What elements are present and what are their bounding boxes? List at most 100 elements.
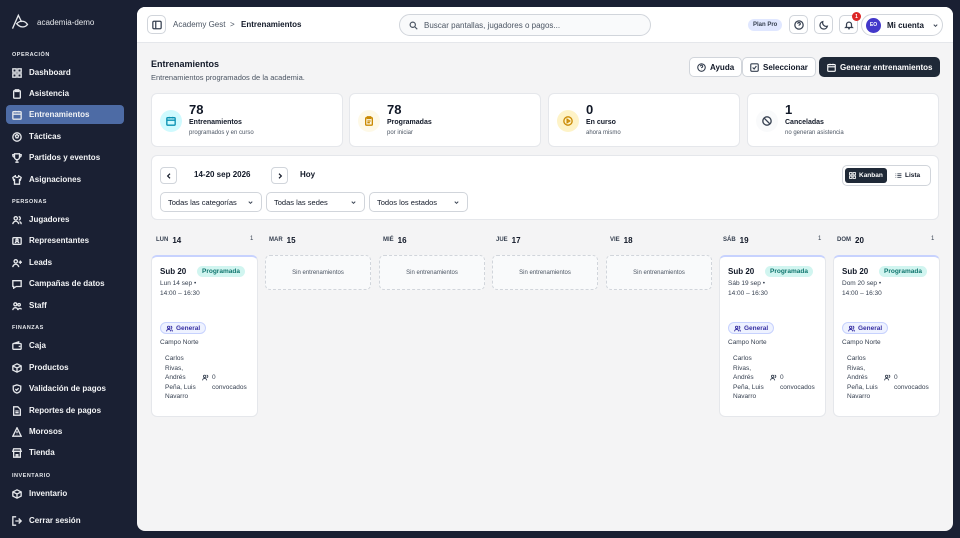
day-name: MIÉ (383, 237, 394, 243)
sidebar-item-campanas[interactable]: Campañas de datos (6, 274, 124, 293)
sidebar-item-leads[interactable]: Leads (6, 253, 124, 272)
box-icon (12, 362, 22, 373)
stat-card-canceladas: 1 Canceladas no generan asistencia (747, 93, 939, 147)
chevron-down-icon (933, 23, 938, 27)
training-card[interactable]: Sub 20 Programada Lun 14 sep • 14:00 – 1… (151, 255, 258, 417)
day-count: 1 (818, 236, 822, 242)
sidebar-item-morosos[interactable]: Morosos (6, 422, 124, 441)
topbar: Academy Gest > Entrenamientos Buscar pan… (137, 7, 953, 43)
generate-trainings-button[interactable]: Generar entrenamientos (819, 57, 941, 77)
account-menu[interactable]: EO Mi cuenta (861, 14, 943, 36)
training-card[interactable]: Sub 20 Programada Sáb 19 sep • 14:00 – 1… (719, 255, 826, 417)
category-label: General (858, 324, 883, 332)
stat-label: Programadas (387, 119, 432, 126)
category-select[interactable]: Todas las categorías (160, 192, 262, 212)
stat-description: por iniciar (387, 130, 414, 136)
list-icon (895, 173, 902, 178)
stat-value: 0 (586, 102, 594, 117)
sidebar-item-validacion[interactable]: Validación de pagos (6, 379, 124, 398)
logout-button[interactable]: Cerrar sesión (6, 511, 124, 530)
grid-icon (849, 172, 856, 179)
training-staff: Carlos Rivas, Andrés Peña, Luis Navarro (847, 355, 878, 400)
sidebar-item-asignaciones[interactable]: Asignaciones (6, 170, 124, 189)
sidebar-item-caja[interactable]: Caja (6, 336, 124, 355)
sidebar-item-label: Tienda (29, 448, 55, 457)
logout-icon (12, 515, 22, 526)
sidebar-item-partidos[interactable]: Partidos y eventos (6, 148, 124, 167)
stat-card-en-curso: 0 En curso ahora mismo (548, 93, 740, 147)
chat-icon (12, 279, 22, 289)
view-list-button[interactable]: Lista (891, 168, 924, 183)
day-header-lun: LUN 14 (156, 234, 181, 246)
sidebar-item-jugadores[interactable]: Jugadores (6, 210, 124, 229)
training-card[interactable]: Sub 20 Programada Dom 20 sep • 14:00 – 1… (833, 255, 940, 417)
status-badge: Programada (765, 266, 813, 277)
chevron-left-icon (166, 172, 170, 179)
id-card-icon (12, 236, 22, 246)
day-name: JUE (496, 237, 508, 243)
sidebar-item-reportes[interactable]: Reportes de pagos (6, 401, 124, 420)
category-label: General (176, 324, 201, 332)
next-week-button[interactable] (271, 167, 288, 184)
store-icon (12, 447, 22, 458)
page-title: Entrenamientos (151, 59, 220, 69)
help-guide-button[interactable]: Ayuda (689, 57, 743, 77)
sidebar-item-tienda[interactable]: Tienda (6, 443, 124, 462)
sidebar-item-label: Partidos y eventos (29, 153, 101, 162)
page-subtitle: Entrenamientos programados de la academi… (151, 73, 305, 82)
sidebar-item-label: Productos (29, 363, 69, 372)
prev-week-button[interactable] (160, 167, 177, 184)
sidebar-item-tacticas[interactable]: Tácticas (6, 127, 124, 146)
select-button[interactable]: Seleccionar (742, 57, 816, 77)
category-badge: General (728, 322, 775, 334)
sidebar-item-label: Reportes de pagos (29, 406, 102, 415)
package-icon (12, 488, 22, 499)
section-operacion: OPERACIÓN (12, 52, 50, 58)
sidebar: academia-demo OPERACIÓN Dashboard Asiste… (0, 0, 136, 538)
status-select[interactable]: Todos los estados (369, 192, 468, 212)
today-button[interactable]: Hoy (300, 170, 315, 179)
help-button[interactable] (789, 15, 808, 34)
day-number: 16 (397, 235, 407, 245)
logout-label: Cerrar sesión (29, 516, 81, 525)
sidebar-item-representantes[interactable]: Representantes (6, 231, 124, 250)
sidebar-item-staff[interactable]: Staff (6, 296, 124, 315)
clipboard-icon (358, 110, 380, 132)
sidebar-item-inventario[interactable]: Inventario (6, 484, 124, 503)
day-name: SÁB (723, 237, 736, 243)
sidebar-item-dashboard[interactable]: Dashboard (6, 63, 124, 82)
sidebar-icon (151, 20, 162, 29)
status-badge: Programada (879, 266, 927, 277)
training-title: Sub 20 (842, 267, 869, 276)
brand[interactable]: academia-demo (10, 12, 94, 32)
play-icon (557, 110, 579, 132)
warning-icon (12, 426, 22, 437)
clipboard-icon (12, 88, 22, 99)
calendar-plus-icon (827, 63, 836, 72)
view-kanban-button[interactable]: Kanban (845, 168, 887, 183)
day-header-dom: DOM 20 (837, 234, 864, 246)
grid-icon (12, 67, 22, 78)
academy-logo-icon (11, 13, 29, 29)
theme-toggle-button[interactable] (814, 15, 833, 34)
toggle-sidebar-button[interactable] (147, 15, 166, 34)
search-input[interactable]: Buscar pantallas, jugadores o pagos... (399, 14, 651, 36)
venue-select[interactable]: Todas las sedes (266, 192, 365, 212)
users-icon (734, 325, 741, 332)
users-icon (166, 325, 173, 332)
breadcrumb-root[interactable]: Academy Gest (173, 20, 225, 29)
status-value: Todos los estados (377, 197, 438, 207)
filters-panel: 14-20 sep 2026 Hoy Kanban Lista Todas la… (151, 155, 939, 220)
shield-check-icon (12, 383, 22, 394)
sidebar-item-asistencia[interactable]: Asistencia (6, 84, 124, 103)
stat-label: Entrenamientos (189, 119, 242, 126)
training-staff: Carlos Rivas, Andrés Peña, Luis Navarro (733, 355, 764, 400)
sidebar-item-productos[interactable]: Productos (6, 358, 124, 377)
day-name: MAR (269, 237, 283, 243)
wallet-icon (12, 340, 22, 351)
training-staff: Carlos Rivas, Andrés Peña, Luis Navarro (165, 355, 196, 400)
shirt-icon (12, 174, 22, 185)
view-kanban-label: Kanban (859, 172, 883, 179)
training-venue: Campo Norte (728, 339, 767, 346)
sidebar-item-entrenamientos[interactable]: Entrenamientos (6, 105, 124, 124)
